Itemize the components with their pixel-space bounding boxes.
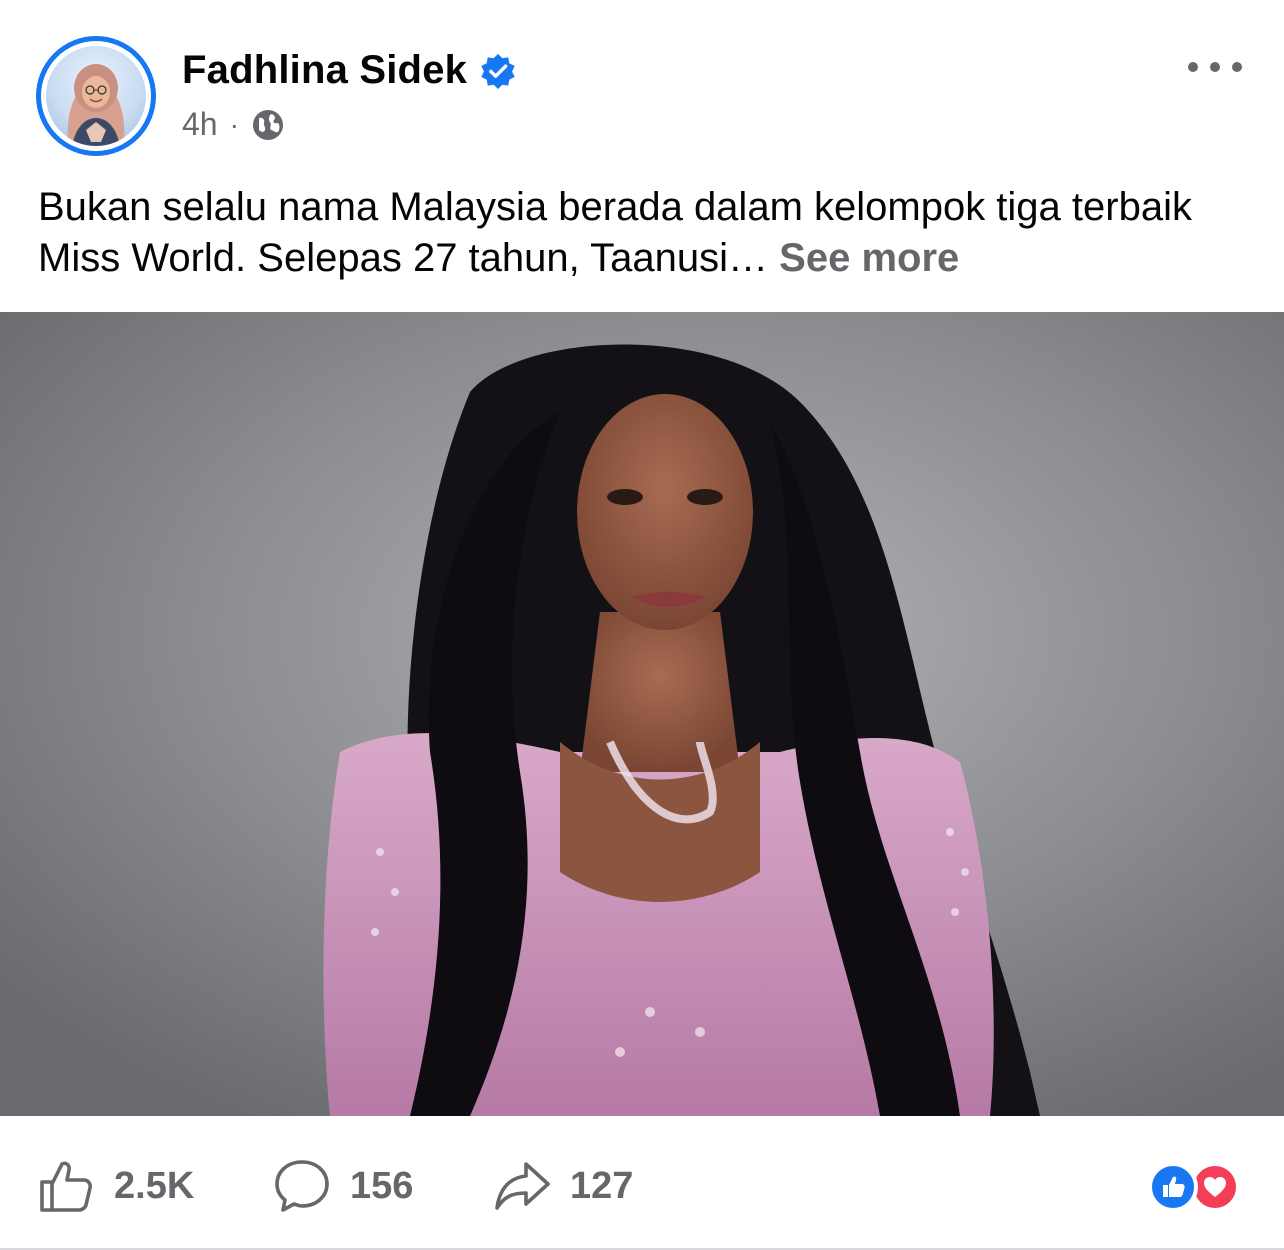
avatar-portrait	[67, 64, 125, 146]
share-icon	[495, 1162, 550, 1210]
reactions-summary[interactable]	[1148, 1162, 1248, 1212]
meta-separator: ·	[229, 108, 239, 140]
more-options-button[interactable]	[1188, 52, 1242, 82]
like-button[interactable]: 2.5K	[36, 1156, 194, 1216]
share-button[interactable]: 127	[492, 1156, 633, 1216]
comment-button[interactable]: 156	[272, 1156, 413, 1216]
like-reaction-icon	[1148, 1162, 1198, 1212]
more-dot-icon	[1232, 62, 1242, 72]
share-count: 127	[570, 1164, 634, 1207]
like-count: 2.5K	[114, 1164, 195, 1207]
post-text: Bukan selalu nama Malaysia berada dalam …	[38, 182, 1248, 284]
see-more-link[interactable]: See more	[779, 236, 959, 280]
globe-icon	[251, 108, 285, 142]
post-actions: 2.5K 156 127	[0, 1116, 1284, 1250]
verified-badge-icon	[479, 52, 517, 90]
post-header: Fadhlina Sidek 4h ·	[0, 0, 1284, 160]
comment-icon	[275, 1160, 329, 1212]
facebook-post: Fadhlina Sidek 4h · Bukan selalu nama Ma…	[0, 0, 1284, 1250]
more-dot-icon	[1188, 62, 1198, 72]
post-timestamp[interactable]: 4h	[182, 106, 218, 143]
author-line: Fadhlina Sidek	[182, 48, 517, 93]
post-caption: Bukan selalu nama Malaysia berada dalam …	[38, 185, 1192, 280]
more-dot-icon	[1210, 62, 1220, 72]
avatar-image	[46, 46, 146, 146]
comment-count: 156	[350, 1164, 414, 1207]
author-name[interactable]: Fadhlina Sidek	[182, 48, 467, 93]
portrait-photo	[0, 312, 1284, 1116]
like-icon	[40, 1161, 92, 1212]
post-photo[interactable]	[0, 312, 1284, 1116]
avatar[interactable]	[36, 36, 156, 156]
post-meta: 4h ·	[182, 106, 285, 143]
